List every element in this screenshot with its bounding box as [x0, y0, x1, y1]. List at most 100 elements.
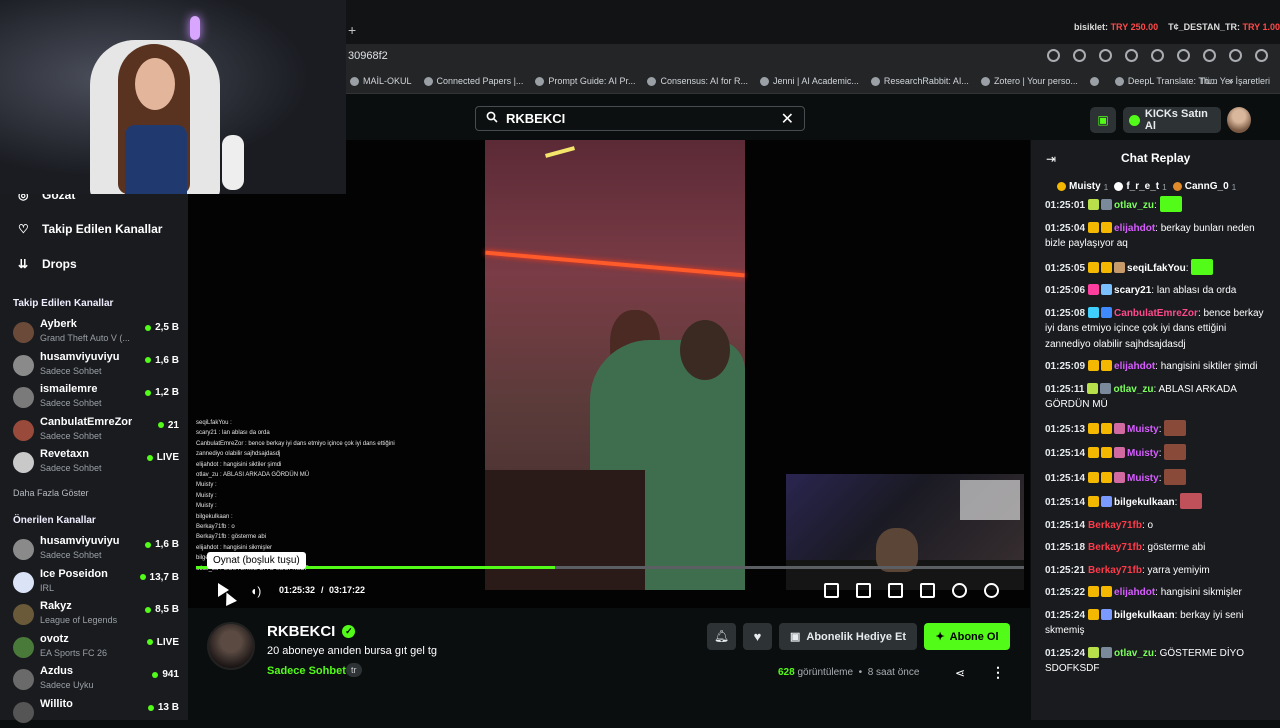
chat-username[interactable]: CanbulatEmreZor [1114, 308, 1198, 319]
chat-username[interactable]: seqiLfakYou [1127, 263, 1186, 274]
channel-name[interactable]: RKBEKCI [267, 623, 335, 640]
sidebar-channel[interactable]: Revetaxn Sadece Sohbet LIVE [13, 448, 179, 478]
profile-icon[interactable] [1229, 49, 1242, 62]
address-bar[interactable]: 30968f2 [348, 50, 388, 62]
chat-badge-icon [1101, 471, 1113, 483]
search-box[interactable]: RKBEKCI ✕ [475, 106, 805, 131]
more-vertical-icon[interactable]: ⋮ [991, 664, 1005, 681]
chat-badge-icon [1088, 471, 1100, 483]
chat-username[interactable]: elijahdot [1114, 223, 1155, 234]
chat-username[interactable]: scary21 [1114, 285, 1151, 296]
nav-following[interactable]: ♡ Takip Edilen Kanallar [18, 222, 162, 236]
fullscreen-icon[interactable] [920, 583, 935, 598]
sidebar-channel[interactable]: CanbulatEmreZor Sadece Sohbet 21 [13, 416, 179, 446]
clip-icon[interactable] [856, 583, 871, 598]
channel-category: Grand Theft Auto V (... [40, 333, 130, 343]
viewer-count: 941 [152, 669, 179, 680]
chat-username[interactable]: bilgekulkaan [1114, 497, 1175, 508]
overlay-chat-line: zannediyo olabilir sajhdsajdasdj [196, 451, 281, 458]
overlay-chat-line: CanbulatEmreZor : bence berkay iyi dans … [196, 440, 395, 447]
sidebar-channel[interactable]: Rakyz League of Legends 8,5 B [13, 600, 179, 630]
channel-avatar[interactable] [207, 622, 255, 670]
show-more-link[interactable]: Daha Fazla Göster [13, 488, 89, 498]
speed-icon[interactable] [952, 583, 967, 598]
sidebar-channel[interactable]: Ayberk Grand Theft Auto V (... 2,5 B [13, 318, 179, 348]
chat-username[interactable]: otlav_zu [1113, 384, 1153, 395]
bookmark-item[interactable]: MAİL-OKUL [350, 76, 412, 86]
bookmark-item[interactable]: ResearchRabbit: AI... [870, 76, 969, 86]
extension-icon[interactable] [1099, 49, 1112, 62]
sidebar-channel[interactable]: Willito 13 B [13, 698, 179, 728]
pip-icon[interactable] [824, 583, 839, 598]
current-time: 01:25:32 [279, 585, 316, 595]
user-avatar[interactable] [1227, 107, 1251, 133]
all-bookmarks[interactable]: Tüm Yer İşaretleri [1199, 76, 1270, 86]
top-gifter[interactable]: Muisty 1 [1057, 181, 1108, 192]
bookmark-item[interactable]: Jenni | AI Academic... [760, 76, 859, 86]
menu-icon[interactable] [1255, 49, 1268, 62]
bell-icon[interactable]: 🔔︎ [707, 623, 736, 650]
gifter-badge-icon [1172, 182, 1182, 191]
bookmark-item[interactable]: Consensus: AI for R... [647, 76, 748, 86]
search-input[interactable]: RKBEKCI [506, 111, 773, 126]
extension-icon[interactable] [1151, 49, 1164, 62]
sidebar-channel[interactable]: Ice Poseidon IRL 13,7 B [13, 568, 179, 598]
theater-icon[interactable] [888, 583, 903, 598]
zoom-icon[interactable] [1047, 49, 1060, 62]
avatar [13, 387, 34, 409]
chat-badge-icon [1101, 221, 1113, 233]
chat-username[interactable]: otlav_zu [1114, 200, 1154, 211]
new-tab-button[interactable]: + [348, 22, 356, 38]
viewer-count-label: 1,6 B [155, 354, 179, 366]
chat-username[interactable]: Berkay71fb [1088, 565, 1142, 576]
viewer-count-label: 941 [162, 669, 179, 681]
sidebar-channel[interactable]: ismailemre Sadece Sohbet 1,2 B [13, 383, 179, 413]
share-icon[interactable]: ⋖ [955, 666, 965, 680]
chat-username[interactable]: Muisty [1127, 424, 1159, 435]
chat-username[interactable]: Muisty [1127, 448, 1159, 459]
chat-emote-icon [1159, 196, 1182, 212]
follow-button[interactable]: ✦ Abone Ol [924, 623, 1010, 650]
nav-drops[interactable]: ⇊ Drops [18, 257, 77, 271]
chat-username[interactable]: Berkay71fb [1088, 542, 1142, 553]
chat-username[interactable]: Muisty [1127, 473, 1159, 484]
chat-username[interactable]: bilgekulkaan [1114, 610, 1175, 621]
sidebar-channel[interactable]: husamviyuviyu Sadece Sohbet 1,6 B [13, 351, 179, 381]
heart-icon[interactable]: ♥ [743, 623, 772, 650]
sidebar-channel[interactable]: Azdus Sadece Uyku 941 [13, 665, 179, 695]
close-icon[interactable]: ✕ [781, 109, 794, 129]
bookmark-item[interactable]: Connected Papers |... [423, 76, 523, 86]
top-gifter[interactable]: f_r_e_t 1 [1114, 181, 1167, 192]
avatar [13, 539, 34, 560]
stream-category[interactable]: Sadece Sohbet [267, 665, 346, 677]
bookmark-item[interactable]: Zotero | Your perso... [980, 76, 1078, 86]
chat-message: 01:25:14 Muisty: [1045, 444, 1267, 462]
chat-username[interactable]: elijahdot [1114, 361, 1155, 372]
bookmark-item[interactable]: Prompt Guide: AI Pr... [535, 76, 635, 86]
chat-badge-icon [1087, 382, 1099, 394]
top-gifter[interactable]: CannG_0 1 [1172, 181, 1236, 192]
chat-username[interactable]: Berkay71fb [1088, 520, 1142, 531]
extension-icon[interactable] [1125, 49, 1138, 62]
collapse-chat-icon[interactable]: ⇥ [1046, 152, 1056, 166]
channel-name: Rakyz [40, 600, 72, 613]
sidebar-channel[interactable]: ovotz EA Sports FC 26 LIVE [13, 633, 179, 663]
buy-kicks-button[interactable]: KICKs Satın Al [1123, 107, 1221, 133]
gifter-badge-icon [1114, 182, 1124, 191]
star-icon[interactable] [1073, 49, 1086, 62]
media-icon[interactable] [1203, 49, 1216, 62]
volume-icon[interactable]: ◖) [250, 584, 261, 598]
gift-icon[interactable]: ▣ [1090, 107, 1116, 133]
chat-message: 01:25:05 seqiLfakYou: [1045, 258, 1267, 277]
sidebar-channel[interactable]: husamviyuviyu Sadece Sohbet 1,6 B [13, 535, 179, 565]
language-tag[interactable]: tr [346, 663, 362, 677]
channel-name: Ayberk [40, 318, 77, 330]
overlay-chat-line: Muisty : [196, 492, 217, 499]
settings-icon[interactable] [984, 583, 999, 598]
gift-subscription-button[interactable]: ▣ Abonelik Hediye Et [779, 623, 917, 650]
bookmark-item[interactable] [1089, 76, 1103, 86]
chat-username[interactable]: elijahdot [1114, 587, 1155, 598]
puzzle-icon[interactable] [1177, 49, 1190, 62]
channel-name: CanbulatEmreZor [40, 415, 133, 428]
chat-username[interactable]: otlav_zu [1114, 648, 1154, 659]
